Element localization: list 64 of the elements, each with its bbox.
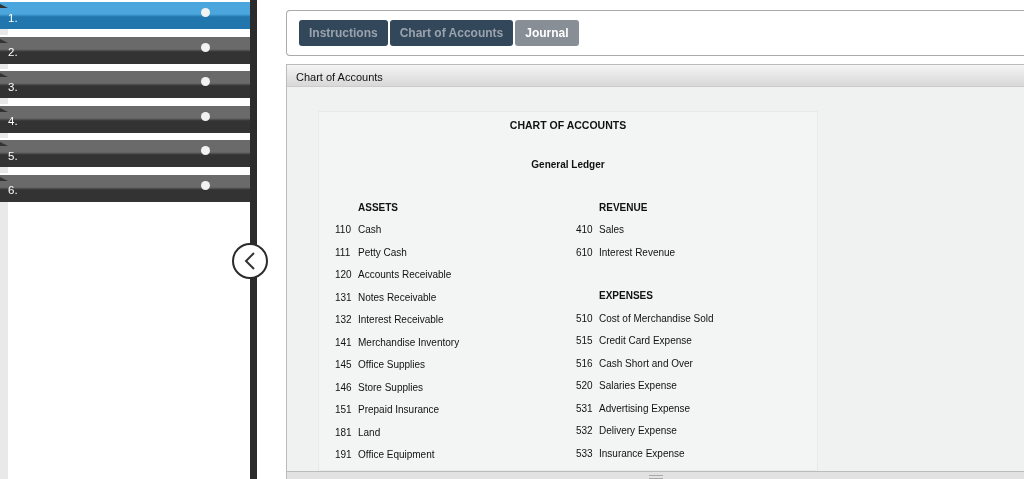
account-name: Cash bbox=[358, 223, 382, 238]
dot-icon bbox=[201, 180, 210, 190]
sidebar-item[interactable]: 4. bbox=[0, 103, 250, 133]
dot-icon bbox=[201, 8, 210, 17]
sidebar-item[interactable]: 3. bbox=[0, 69, 250, 98]
section-heading: ASSETS bbox=[358, 201, 398, 213]
sidebar-item[interactable]: 5. bbox=[0, 138, 250, 167]
tab[interactable]: Instructions bbox=[299, 20, 388, 46]
account-name: Prepaid Insurance bbox=[358, 403, 440, 418]
account-number: 520 bbox=[576, 379, 594, 394]
account-number: 516 bbox=[576, 356, 594, 371]
account-number: 515 bbox=[576, 334, 594, 349]
account-name: Interest Revenue bbox=[599, 245, 676, 260]
account-name: Land bbox=[358, 425, 381, 440]
account-number: 141 bbox=[335, 335, 353, 350]
account-number: 533 bbox=[576, 446, 594, 461]
account-number: 110 bbox=[335, 223, 352, 238]
account-name: Cost of Merchandise Sold bbox=[599, 311, 714, 326]
account-name: Cash Short and Over bbox=[599, 356, 693, 371]
account-number: 532 bbox=[576, 424, 594, 439]
account-name: Notes Receivable bbox=[358, 290, 437, 305]
dot-icon bbox=[201, 146, 210, 155]
account-name: Accounts Receivable bbox=[358, 268, 452, 283]
dot-icon bbox=[201, 42, 210, 52]
account-name: Insurance Expense bbox=[599, 446, 685, 461]
dot-icon bbox=[201, 77, 210, 86]
dot-icon bbox=[201, 111, 210, 121]
section-heading: EXPENSES bbox=[599, 290, 653, 302]
grip-icon bbox=[648, 475, 663, 479]
sidebar-item[interactable]: 1. bbox=[0, 0, 250, 29]
account-name: Credit Card Expense bbox=[599, 334, 692, 349]
account-number: 132 bbox=[335, 313, 353, 328]
account-name: Advertising Expense bbox=[599, 401, 691, 416]
account-name: Delivery Expense bbox=[599, 424, 677, 439]
account-number: 610 bbox=[576, 245, 594, 260]
account-number: 181 bbox=[335, 425, 353, 440]
account-name: Sales bbox=[599, 223, 624, 238]
account-number: 146 bbox=[335, 380, 353, 395]
collapse-button[interactable] bbox=[232, 243, 268, 279]
account-name: Interest Receivable bbox=[358, 313, 444, 328]
account-number: 191 bbox=[335, 448, 353, 463]
sidebar-item[interactable]: 2. bbox=[0, 34, 250, 64]
section-heading: REVENUE bbox=[599, 201, 648, 213]
account-number: 145 bbox=[335, 358, 353, 373]
chart-title: CHART OF ACCOUNTS bbox=[508, 118, 628, 133]
account-number: 131 bbox=[335, 290, 353, 305]
tab[interactable]: Chart of Accounts bbox=[389, 20, 514, 46]
account-number: 510 bbox=[576, 311, 594, 326]
sidebar-item[interactable]: 6. bbox=[0, 172, 250, 202]
account-name: Office Equipment bbox=[358, 448, 435, 463]
account-name: Office Supplies bbox=[358, 358, 426, 373]
account-number: 111 bbox=[335, 245, 352, 260]
account-name: Merchandise Inventory bbox=[358, 335, 460, 350]
account-number: 120 bbox=[335, 268, 353, 283]
account-name: Salaries Expense bbox=[599, 379, 677, 394]
chart-subtitle: General Ledger bbox=[530, 157, 606, 172]
chevron-left-icon bbox=[244, 252, 256, 270]
account-name: Store Supplies bbox=[358, 380, 424, 395]
account-number: 531 bbox=[576, 401, 594, 416]
account-name: Petty Cash bbox=[358, 245, 407, 260]
resize-handle[interactable] bbox=[287, 470, 1024, 479]
account-number: 151 bbox=[335, 403, 353, 418]
panel-title: Chart of Accounts bbox=[287, 65, 1024, 87]
account-number: 410 bbox=[576, 223, 594, 238]
